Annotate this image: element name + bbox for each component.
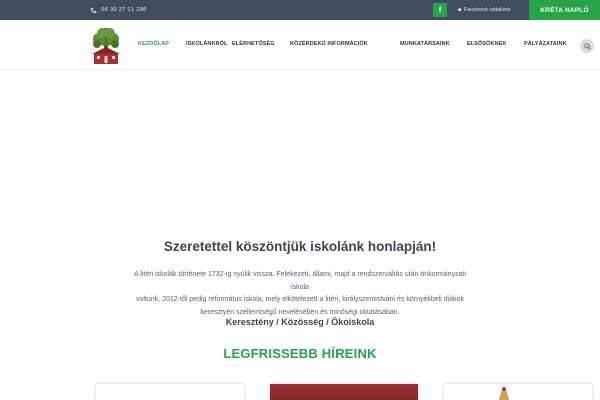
nav-item-palyazataink[interactable]: PÁLYÁZATAINK <box>524 41 567 47</box>
nav-item-elsosoknek[interactable]: ELSŐSÖKNEK <box>467 41 507 47</box>
search-icon <box>583 42 591 50</box>
nav-item-elerhetoseg[interactable]: ELÉRHETŐSÉG <box>232 41 275 47</box>
welcome-text-line: voltunk, 2012-től pedig református iskol… <box>136 296 464 303</box>
news-card-image <box>499 387 509 400</box>
facebook-link[interactable]: ◀ Facebook-oldalunk <box>457 0 510 20</box>
news-section-heading: LEGFRISSEBB HÍREINK <box>223 346 377 361</box>
welcome-title: Szeretettel köszöntjük iskolánk honlapjá… <box>163 239 437 254</box>
nav-item-iskolankrol[interactable]: ISKOLÁNKRÓL <box>186 41 227 47</box>
kreta-naplo-button[interactable]: KRÉTA NAPLÓ <box>529 0 600 20</box>
news-card-image <box>270 384 418 400</box>
chevron-left-icon: ◀ <box>457 7 461 13</box>
welcome-text-line: A litéri iskolák története 1732-ig nyúli… <box>134 271 466 291</box>
facebook-icon: f <box>438 6 442 14</box>
top-bar: 06 30 27 11 296 f ◀ Facebook-oldalunk KR… <box>0 0 600 20</box>
main-navigation: KEZDŐLAP ISKOLÁNKRÓL ELÉRHETŐSÉG KÖZÉRDE… <box>0 20 600 70</box>
welcome-text: A litéri iskolák története 1732-ig nyúli… <box>130 269 470 319</box>
phone-icon <box>90 7 97 13</box>
nav-item-kozerdeku-informaciok[interactable]: KÖZÉRDEKŰ INFORMÁCIÓK <box>290 41 368 47</box>
nav-item-kezdolap[interactable]: KEZDŐLAP <box>138 41 169 47</box>
search-button[interactable] <box>580 39 594 53</box>
phone-contact[interactable]: 06 30 27 11 296 <box>90 0 147 20</box>
nav-item-munkatarsaink[interactable]: MUNKATÁRSAINK <box>400 41 450 47</box>
site-header: KEZDŐLAP ISKOLÁNKRÓL ELÉRHETŐSÉG KÖZÉRDE… <box>0 20 600 70</box>
news-card[interactable] <box>444 384 592 400</box>
phone-number: 06 30 27 11 296 <box>101 7 147 13</box>
news-card[interactable] <box>270 384 418 400</box>
facebook-icon-button[interactable]: f <box>433 3 447 17</box>
news-card[interactable] <box>96 384 244 400</box>
facebook-link-label: Facebook-oldalunk <box>463 7 511 13</box>
school-motto: Keresztény / Közösség / Ökoiskola <box>225 317 375 327</box>
